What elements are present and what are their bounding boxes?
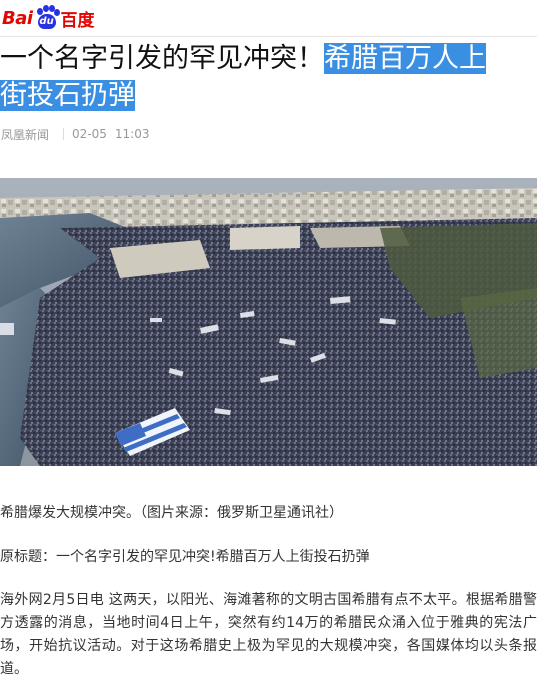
article-time: 11:03: [114, 127, 150, 141]
protest-crowd-image: [0, 178, 537, 466]
article-date: 02-05: [72, 127, 107, 141]
title-plain: 一个名字引发的罕见冲突！: [0, 43, 324, 74]
article-source[interactable]: 凤凰新闻: [1, 126, 49, 143]
original-title: 原标题：一个名字引发的罕见冲突!希腊百万人上街投石扔弹: [0, 549, 370, 565]
article-body: 海外网2月5日电 这两天，以阳光、海滩著称的文明古国希腊有点不太平。根据希腊警方…: [0, 592, 537, 677]
title-highlight-1: 希腊百万人上: [324, 43, 486, 74]
baidu-logo[interactable]: Bai du 百度: [2, 2, 95, 34]
meta-divider: [63, 128, 65, 140]
article-meta: 凤凰新闻 02-05 11:03: [1, 126, 537, 142]
article-photo[interactable]: [0, 178, 537, 466]
logo-text-du: du: [37, 14, 56, 29]
logo-text-bai: Bai: [2, 7, 33, 29]
title-highlight-2: 街投石扔弹: [0, 80, 135, 111]
logo-text-baidu-cn: 百度: [60, 10, 95, 31]
article-title: 一个名字引发的罕见冲突！希腊百万人上街投石扔弹: [0, 37, 537, 114]
paw-icon: du: [34, 5, 60, 31]
top-bar: Bai du 百度: [0, 0, 537, 37]
photo-caption: 希腊爆发大规模冲突。（图片来源：俄罗斯卫星通讯社）: [0, 505, 343, 521]
